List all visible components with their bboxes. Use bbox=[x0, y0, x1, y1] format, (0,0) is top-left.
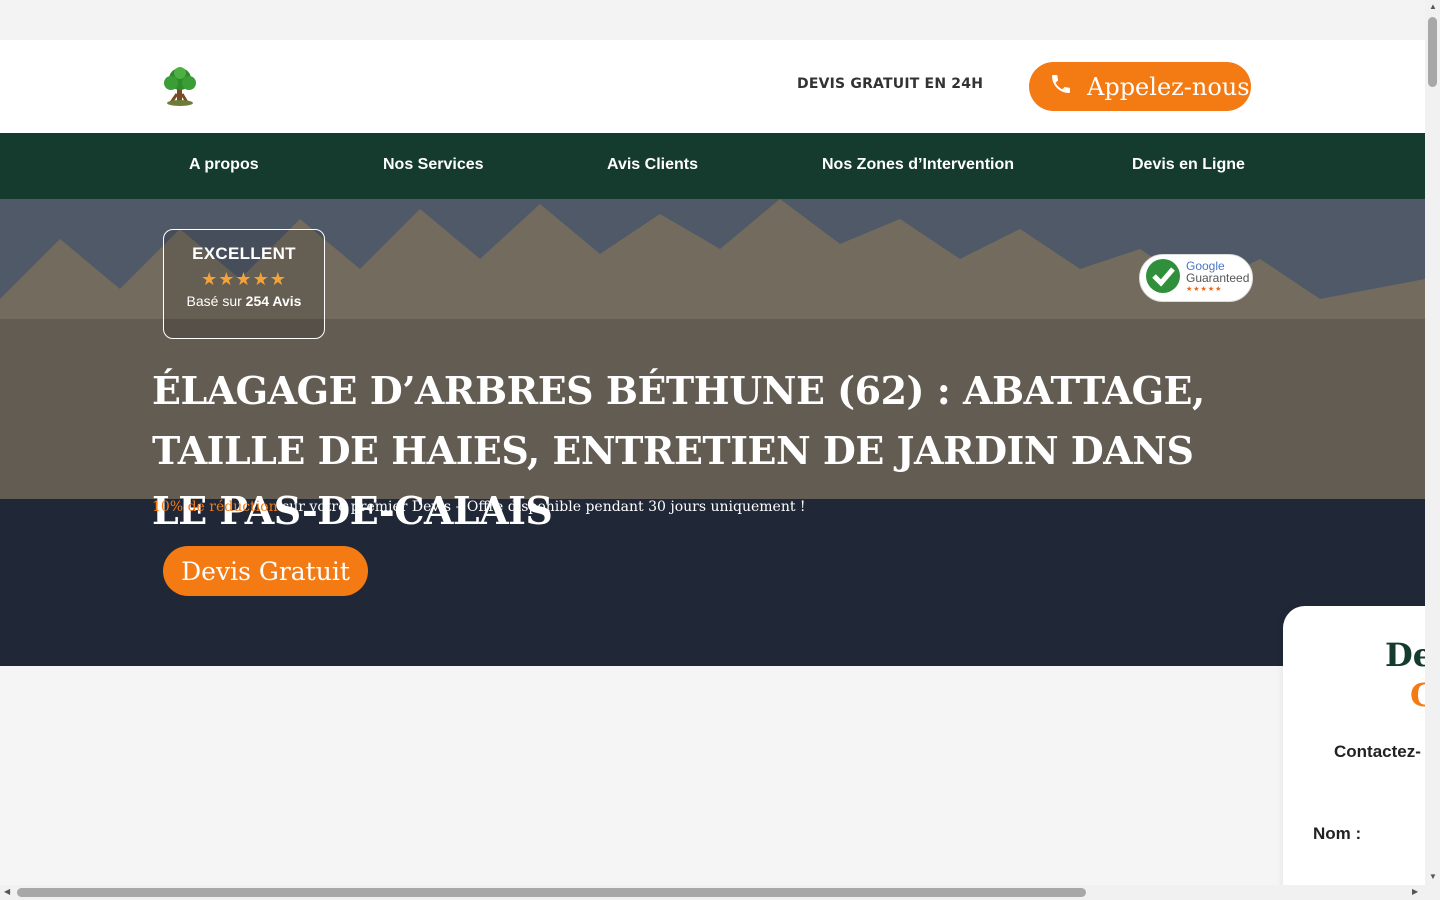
page-viewport: DEVIS GRATUIT EN 24H Appelez-nous A prop… bbox=[0, 0, 1425, 885]
call-button[interactable]: Appelez-nous bbox=[1029, 62, 1251, 111]
nav-item-services[interactable]: Nos Services bbox=[383, 156, 484, 174]
phone-icon bbox=[1049, 72, 1073, 101]
free-quote-text: DEVIS GRATUIT EN 24H bbox=[797, 76, 984, 92]
google-guaranteed-badge[interactable]: Google Guaranteed ★★★★★ bbox=[1139, 254, 1253, 302]
rating-based-prefix: Basé sur bbox=[186, 293, 246, 309]
scroll-down-arrow-icon[interactable]: ▼ bbox=[1429, 872, 1437, 881]
form-title-part1: De bbox=[1385, 636, 1425, 674]
rating-count: 254 Avis bbox=[245, 293, 302, 309]
vertical-scrollbar[interactable]: ▲ ▼ bbox=[1425, 0, 1440, 885]
main-nav: A propos Nos Services Avis Clients Nos Z… bbox=[0, 133, 1425, 199]
nav-item-avis-clients[interactable]: Avis Clients bbox=[607, 156, 698, 174]
nav-item-zones[interactable]: Nos Zones d’Intervention bbox=[822, 156, 1014, 174]
vertical-scroll-thumb[interactable] bbox=[1428, 17, 1437, 87]
horizontal-scroll-thumb[interactable] bbox=[17, 888, 1086, 897]
scrollbar-corner bbox=[1425, 885, 1440, 900]
guaranteed-label: Guaranteed bbox=[1186, 271, 1250, 285]
horizontal-scrollbar[interactable]: ◀ ▶ bbox=[0, 885, 1425, 900]
form-title-part2: G bbox=[1410, 676, 1425, 714]
name-field-label: Nom : bbox=[1313, 824, 1362, 843]
form-contact-text: Contactez- bbox=[1334, 742, 1421, 761]
promo-rest: sur votre premier Devis – Offre disponib… bbox=[277, 499, 806, 515]
scroll-right-arrow-icon[interactable]: ▶ bbox=[1412, 887, 1418, 896]
site-header: DEVIS GRATUIT EN 24H Appelez-nous bbox=[0, 40, 1425, 133]
promo-text: 10% de réduction sur votre premier Devis… bbox=[152, 499, 806, 515]
tree-logo-icon[interactable] bbox=[158, 64, 202, 108]
call-button-label: Appelez-nous bbox=[1087, 72, 1250, 101]
scroll-up-arrow-icon[interactable]: ▲ bbox=[1429, 2, 1437, 11]
nav-item-a-propos[interactable]: A propos bbox=[189, 156, 259, 174]
hero-section: EXCELLENT ★★★★★ Basé sur 254 Avis Google… bbox=[0, 199, 1425, 666]
rating-title: EXCELLENT bbox=[192, 244, 296, 263]
promo-highlight: 10% de réduction bbox=[152, 499, 278, 515]
google-badge-stars: ★★★★★ bbox=[1186, 286, 1223, 293]
top-strip bbox=[0, 0, 1425, 40]
rating-based-on: Basé sur 254 Avis bbox=[164, 293, 324, 309]
rating-badge: EXCELLENT ★★★★★ Basé sur 254 Avis bbox=[163, 229, 325, 339]
scroll-left-arrow-icon[interactable]: ◀ bbox=[4, 887, 10, 896]
nav-item-devis-en-ligne[interactable]: Devis en Ligne bbox=[1132, 156, 1245, 174]
free-quote-button[interactable]: Devis Gratuit bbox=[163, 546, 368, 596]
check-icon bbox=[1144, 257, 1182, 300]
rating-stars: ★★★★★ bbox=[201, 269, 287, 289]
quote-form-card: De G Contactez- Nom : bbox=[1283, 606, 1425, 885]
